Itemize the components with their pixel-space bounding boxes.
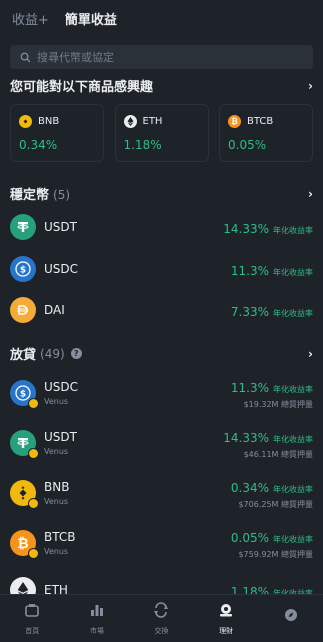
total-staked: $46.11M 總質押量 (243, 449, 313, 459)
lending-header[interactable]: 放貸 (49)? › (10, 344, 313, 364)
card-symbol: BNB (38, 116, 60, 127)
apr-unit: 年化收益率 (273, 484, 313, 494)
apr-value: 14.33% (223, 430, 269, 445)
nav-swap[interactable]: 交換 (129, 595, 194, 642)
apr-unit: 年化收益率 (273, 308, 313, 318)
coin-name: USDC (44, 380, 79, 394)
venus-badge-icon (28, 548, 39, 559)
nav-label: 市場 (89, 626, 104, 635)
total-staked: $706.25M 總質押量 (238, 499, 313, 509)
card-rate: 0.34% (19, 138, 58, 152)
stable-count: (5) (53, 188, 71, 202)
apr-unit: 年化收益率 (273, 267, 313, 277)
stable-row-usdc[interactable]: $ USDC 11.3% 年化收益率 (10, 254, 313, 284)
coin-name: USDC (44, 262, 79, 276)
interest-card-bnb[interactable]: BNB 0.34% (10, 104, 104, 162)
swap-icon (153, 601, 169, 622)
venus-badge-icon (28, 398, 39, 409)
bnb-icon (10, 480, 39, 509)
apr-value: 7.33% (230, 304, 269, 319)
usdt-icon (10, 430, 39, 459)
interest-cards: BNB 0.34% ETH 1.18% ₿ BTCB 0.05% (10, 104, 313, 162)
coin-name: USDT (44, 220, 77, 234)
stable-title: 穩定幣 (10, 188, 50, 203)
card-rate: 1.18% (123, 138, 162, 152)
nav-home[interactable]: 首頁 (0, 595, 65, 642)
total-staked: $759.92M 總質押量 (238, 549, 313, 559)
interest-title: 您可能對以下商品感興趣 (10, 80, 154, 95)
earn-icon (218, 602, 234, 622)
nav-discover[interactable] (258, 595, 323, 642)
total-staked: $19.32M 總質押量 (243, 399, 313, 409)
lending-row-usdt[interactable]: USDT Venus 14.33% 年化收益率 $46.11M 總質押量 (10, 428, 313, 459)
nav-earn[interactable]: 理財 (194, 595, 259, 642)
interest-card-btcb[interactable]: ₿ BTCB 0.05% (219, 104, 313, 162)
bottom-nav: 首頁 市場 交換 理財 (0, 594, 323, 642)
lending-row-usdc[interactable]: $ USDC Venus 11.3% 年化收益率 $19.32M 總質押量 (10, 378, 313, 409)
eth-icon (123, 115, 137, 128)
nav-markets[interactable]: 市場 (65, 595, 130, 642)
protocol-name: Venus (44, 547, 69, 556)
nav-label: 理財 (219, 626, 234, 635)
card-symbol: BTCB (247, 116, 274, 127)
usdc-icon: $ (10, 256, 36, 282)
coin-name: DAI (44, 303, 65, 317)
discover-icon (283, 607, 299, 627)
apr-unit: 年化收益率 (273, 534, 313, 544)
lending-row-bnb[interactable]: BNB Venus 0.34% 年化收益率 $706.25M 總質押量 (10, 478, 313, 509)
search-placeholder: 搜尋代幣或協定 (37, 51, 114, 64)
tab-simple-earn[interactable]: 簡單收益 (65, 9, 117, 28)
coin-name: USDT (44, 430, 77, 444)
top-header: 收益+ 簡單收益 (0, 0, 323, 36)
lending-row-btcb[interactable]: ₿ BTCB Venus 0.05% 年化收益率 $759.92M 總質押量 (10, 528, 313, 559)
apr-value: 0.34% (230, 480, 269, 495)
dai-icon (10, 297, 36, 323)
apr-value: 0.05% (230, 530, 269, 545)
search-input[interactable]: 搜尋代幣或協定 (10, 45, 313, 69)
help-icon[interactable]: ? (70, 348, 82, 359)
coin-name: BNB (44, 480, 70, 494)
btcb-icon: ₿ (228, 115, 241, 128)
home-icon (24, 602, 40, 622)
apr-unit: 年化收益率 (273, 434, 313, 444)
protocol-name: Venus (44, 397, 69, 406)
usdt-icon (10, 214, 36, 240)
venus-badge-icon (28, 448, 39, 459)
nav-label: 首頁 (25, 626, 40, 635)
btcb-icon: ₿ (10, 530, 39, 559)
bnb-icon (19, 115, 32, 128)
tab-earn-plus[interactable]: 收益+ (12, 9, 49, 28)
chevron-right-icon[interactable]: › (308, 79, 313, 93)
apr-value: 11.3% (230, 380, 269, 395)
search-icon (20, 48, 31, 67)
lending-count: (49) (40, 346, 65, 361)
lending-title: 放貸 (10, 348, 37, 363)
chevron-right-icon[interactable]: › (308, 187, 313, 201)
stable-row-usdt[interactable]: USDT 14.33% 年化收益率 (10, 212, 313, 242)
coin-name: BTCB (44, 530, 76, 544)
venus-badge-icon (28, 498, 39, 509)
svg-text:$: $ (20, 266, 26, 276)
stable-row-dai[interactable]: DAI 7.33% 年化收益率 (10, 295, 313, 325)
interest-header[interactable]: 您可能對以下商品感興趣 › (10, 76, 313, 96)
usdc-icon: $ (10, 380, 39, 409)
stable-header[interactable]: 穩定幣 (5) › (10, 184, 313, 204)
protocol-name: Venus (44, 447, 69, 456)
protocol-name: Venus (44, 497, 69, 506)
chevron-right-icon[interactable]: › (308, 347, 313, 361)
card-rate: 0.05% (228, 138, 267, 152)
apr-unit: 年化收益率 (273, 225, 313, 235)
apr-value: 11.3% (230, 263, 269, 278)
svg-text:$: $ (20, 390, 26, 400)
apr-unit: 年化收益率 (273, 384, 313, 394)
interest-card-eth[interactable]: ETH 1.18% (114, 104, 209, 162)
markets-icon (89, 602, 105, 622)
card-symbol: ETH (142, 116, 163, 127)
apr-value: 14.33% (223, 221, 269, 236)
nav-label: 交換 (154, 626, 169, 635)
